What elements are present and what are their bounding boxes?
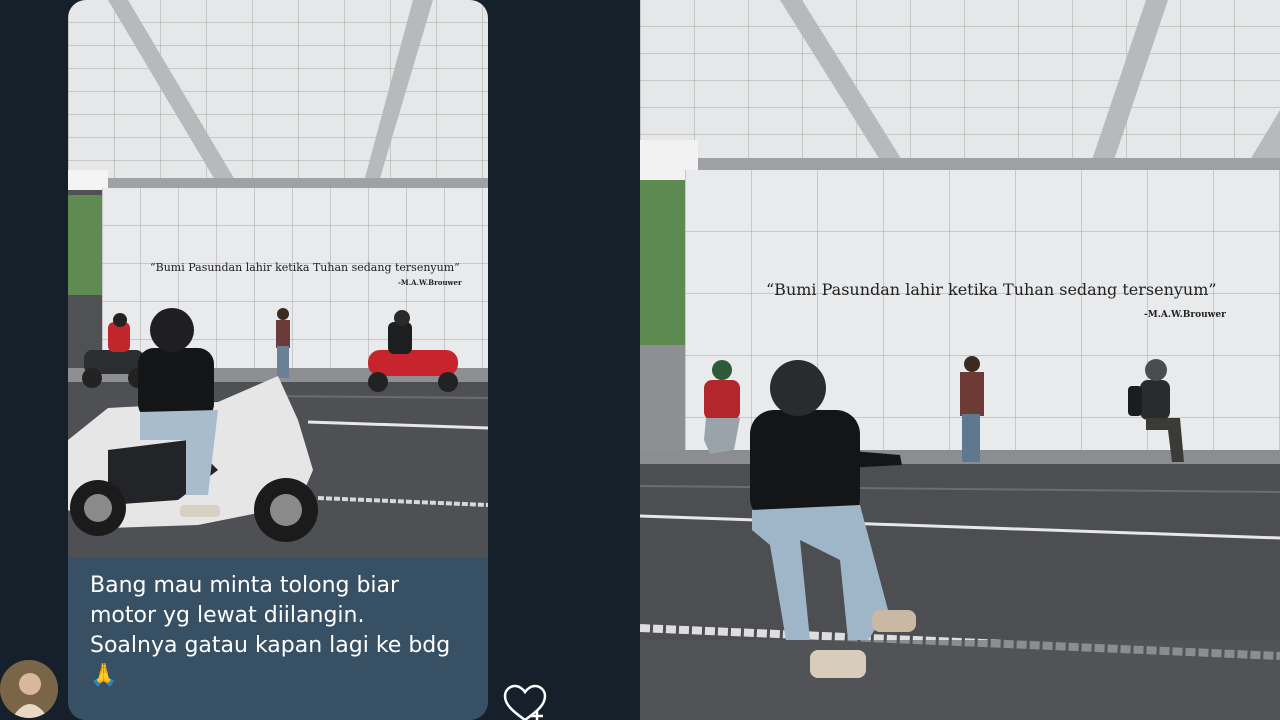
people [704, 356, 1184, 678]
message-bubble[interactable]: Bang mau minta tolong biar motor yg lewa… [68, 557, 488, 720]
message-line-3: Soalnya gatau kapan lagi ke bdg [90, 633, 451, 658]
edited-photo: “Bumi Pasundan lahir ketika Tuhan sedang… [640, 0, 1280, 720]
message-text: Bang mau minta tolong biar motor yg lewa… [90, 571, 480, 691]
message-line-2: motor yg lewat diilangin. [90, 603, 365, 628]
user-avatar[interactable] [0, 660, 58, 718]
chat-screenshot: “Bumi Pasundan lahir ketika Tuhan sedang… [0, 0, 640, 720]
avatar-icon [0, 660, 58, 718]
heart-plus-icon[interactable] [503, 684, 547, 720]
motorcyclists [68, 308, 458, 542]
message-line-1: Bang mau minta tolong biar [90, 573, 400, 598]
praying-hands-emoji: 🙏 [90, 663, 118, 688]
